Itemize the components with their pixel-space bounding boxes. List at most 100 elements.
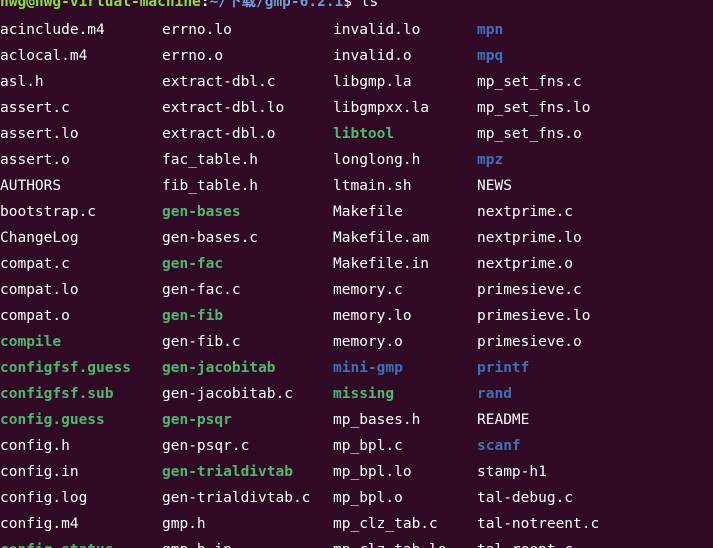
- file-entry: bootstrap.c: [0, 204, 97, 220]
- file-entry: tal-reent.c: [477, 537, 573, 548]
- prompt-command: ls: [352, 0, 379, 10]
- listing-row: assert.o fac_table.h longlong.h mpz: [0, 147, 713, 173]
- executable-entry: gen-jacobitab: [162, 360, 276, 376]
- file-entry: gen-trialdivtab.c: [162, 490, 311, 506]
- file-entry: tal-debug.c: [477, 490, 574, 506]
- listing-row: compat.lo gen-fac.c memory.c primesieve.c: [0, 277, 713, 303]
- file-entry: errno.lo: [162, 22, 232, 38]
- file-entry: extract-dbl.o: [162, 126, 276, 142]
- file-entry: fib_table.h: [162, 178, 259, 194]
- file-entry: compat.lo: [0, 282, 79, 298]
- file-entry: mp_bpl.c: [333, 438, 403, 454]
- executable-entry: gen-fac: [162, 256, 224, 272]
- directory-entry: printf: [477, 360, 530, 376]
- listing-row: config.guess gen-psqr mp_bases.h README: [0, 407, 713, 433]
- file-entry: mp_clz_tab.c: [333, 516, 438, 532]
- listing-row: bootstrap.c gen-bases Makefile nextprime.c: [0, 199, 713, 225]
- file-entry: gmp-h.in: [162, 537, 232, 548]
- directory-entry: mini-gmp: [333, 360, 403, 376]
- directory-entry: mpq: [477, 48, 504, 64]
- file-entry: aclocal.m4: [0, 48, 88, 64]
- listing-row: config.log gen-trialdivtab.c mp_bpl.o tal-d…: [0, 485, 713, 511]
- file-entry: NEWS: [477, 178, 512, 194]
- listing-row: compat.c gen-fac Makefile.in nextprime.o: [0, 251, 713, 277]
- file-entry: assert.lo: [0, 126, 79, 142]
- listing-row: asl.h extract-dbl.c libgmp.la mp_set_fns.c: [0, 69, 713, 95]
- executable-entry: config.guess: [0, 412, 105, 428]
- file-entry: gen-bases.c: [162, 230, 259, 246]
- file-entry: mp_bpl.o: [333, 490, 403, 506]
- listing-row: assert.lo extract-dbl.o libtool mp_set_fns.…: [0, 121, 713, 147]
- executable-entry: config.status: [0, 537, 114, 548]
- file-entry: assert.c: [0, 100, 70, 116]
- directory-entry: scanf: [477, 438, 521, 454]
- file-entry: invalid.lo: [333, 22, 421, 38]
- prompt-dollar: $: [343, 0, 353, 10]
- file-entry: config.log: [0, 490, 88, 506]
- listing-row: compat.o gen-fib memory.lo primesieve.lo: [0, 303, 713, 329]
- prompt-user-host: hwg@hwg-virtual-machine: [0, 0, 201, 10]
- file-entry: config.h: [0, 438, 70, 454]
- file-entry: libgmpxx.la: [333, 100, 430, 116]
- listing-row: aclocal.m4 errno.o invalid.o mpq: [0, 43, 713, 69]
- prompt-separator: :: [200, 0, 210, 10]
- file-entry: mp_bases.h: [333, 412, 421, 428]
- executable-entry: gen-bases: [162, 204, 241, 220]
- listing-row: config.m4 gmp.h mp_clz_tab.c tal-notreent.c: [0, 511, 713, 537]
- file-entry: compat.o: [0, 308, 70, 324]
- listing-row: compile gen-fib.c memory.o primesieve.o: [0, 329, 713, 355]
- executable-entry: libtool: [333, 126, 395, 142]
- file-entry: invalid.o: [333, 48, 412, 64]
- file-entry: mp_clz_tab.lo: [333, 537, 447, 548]
- file-entry: mp_bpl.lo: [333, 464, 412, 480]
- executable-entry: gen-psqr: [162, 412, 232, 428]
- file-entry: memory.lo: [333, 308, 412, 324]
- file-entry: config.in: [0, 464, 79, 480]
- file-entry: AUTHORS: [0, 178, 62, 194]
- listing-row: AUTHORS fib_table.h ltmain.sh NEWS: [0, 173, 713, 199]
- ls-output: acinclude.m4 errno.lo invalid.lo mpn aclocal…: [0, 17, 713, 548]
- file-entry: extract-dbl.lo: [162, 100, 285, 116]
- listing-row: acinclude.m4 errno.lo invalid.lo mpn: [0, 17, 713, 43]
- file-entry: gen-fib.c: [162, 334, 241, 350]
- file-entry: acinclude.m4: [0, 22, 105, 38]
- file-entry: memory.o: [333, 334, 403, 350]
- file-entry: gen-psqr.c: [162, 438, 250, 454]
- file-entry: libgmp.la: [333, 74, 412, 90]
- file-entry: gen-fac.c: [162, 282, 241, 298]
- file-entry: longlong.h: [333, 152, 421, 168]
- file-entry: memory.c: [333, 282, 403, 298]
- file-entry: ltmain.sh: [333, 178, 412, 194]
- file-entry: gmp.h: [162, 516, 206, 532]
- prompt-path: ~/下载/gmp-6.2.1: [209, 0, 344, 10]
- file-entry: primesieve.lo: [477, 308, 591, 324]
- file-entry: Makefile.am: [333, 230, 430, 246]
- file-entry: primesieve.c: [477, 282, 582, 298]
- file-entry: errno.o: [162, 48, 224, 64]
- listing-row: assert.c extract-dbl.lo libgmpxx.la mp_set_…: [0, 95, 713, 121]
- file-entry: fac_table.h: [162, 152, 259, 168]
- listing-row: config.in gen-trialdivtab mp_bpl.lo stamp-h…: [0, 459, 713, 485]
- file-entry: assert.o: [0, 152, 70, 168]
- directory-entry: mpn: [477, 22, 504, 38]
- executable-entry: missing: [333, 386, 395, 402]
- listing-row: configfsf.sub gen-jacobitab.c missing rand: [0, 381, 713, 407]
- file-entry: nextprime.o: [477, 256, 574, 272]
- directory-entry: mpz: [477, 152, 504, 168]
- listing-row: config.h gen-psqr.c mp_bpl.c scanf: [0, 433, 713, 459]
- file-entry: nextprime.lo: [477, 230, 582, 246]
- listing-row: config.status gmp-h.in mp_clz_tab.lo tal-re…: [0, 537, 713, 548]
- shell-prompt: hwg@hwg-virtual-machine:~/下载/gmp-6.2.1$ …: [0, 0, 378, 12]
- listing-row: configfsf.guess gen-jacobitab mini-gmp prin…: [0, 355, 713, 381]
- executable-entry: configfsf.sub: [0, 386, 114, 402]
- file-entry: config.m4: [0, 516, 79, 532]
- executable-entry: gen-trialdivtab: [162, 464, 293, 480]
- file-entry: gen-jacobitab.c: [162, 386, 293, 402]
- terminal-window[interactable]: hwg@hwg-virtual-machine:~/下载/gmp-6.2.1$ …: [0, 0, 713, 548]
- executable-entry: gen-fib: [162, 308, 224, 324]
- file-entry: ChangeLog: [0, 230, 79, 246]
- listing-row: ChangeLog gen-bases.c Makefile.am nextprime…: [0, 225, 713, 251]
- executable-entry: configfsf.guess: [0, 360, 131, 376]
- file-entry: README: [477, 412, 530, 428]
- file-entry: asl.h: [0, 74, 44, 90]
